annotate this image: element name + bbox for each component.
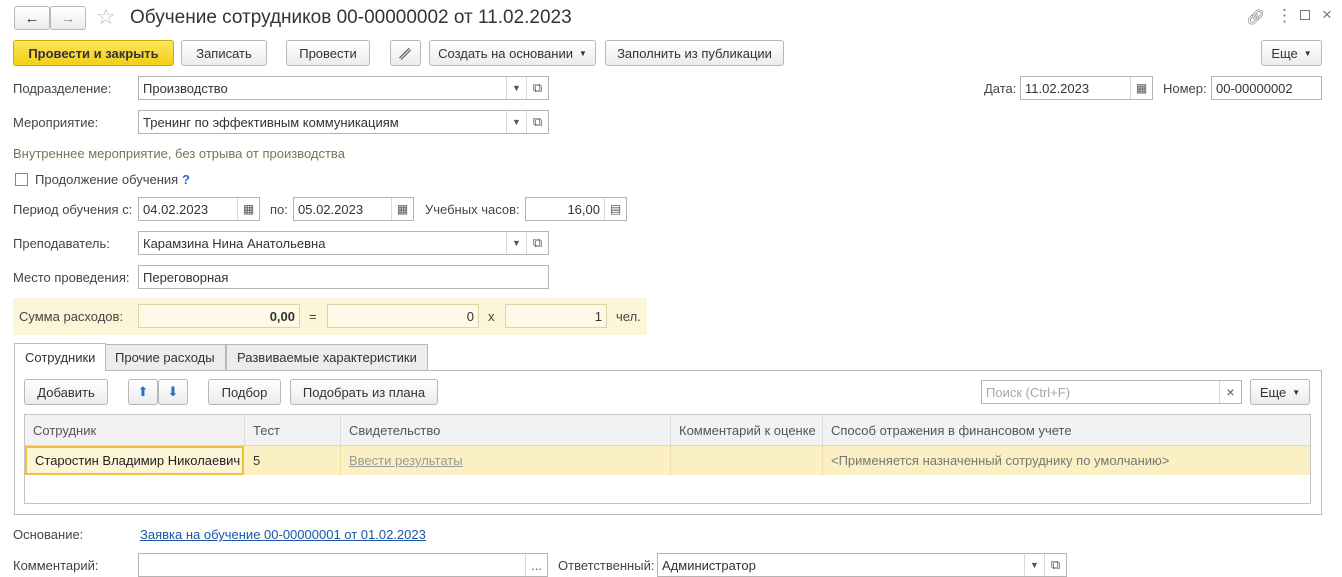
teacher-label: Преподаватель: [13,236,110,251]
clear-search-icon[interactable]: × [1219,381,1241,403]
people-count-field: 1 [505,304,607,328]
create-based-on-button[interactable]: Создать на основании ▼ [429,40,596,66]
period-to-field[interactable]: 05.02.2023 ▦ [293,197,414,221]
division-label: Подразделение: [13,81,112,96]
column-header-comment[interactable]: Комментарий к оценке [671,415,823,445]
open-icon[interactable]: ⧉ [526,232,548,254]
forward-button[interactable]: → [50,6,86,30]
post-and-close-button[interactable]: Провести и закрыть [13,40,174,66]
comment-label: Комментарий: [13,558,99,573]
equals-sign: = [309,309,317,324]
cost-total-field: 0,00 [138,304,300,328]
open-icon[interactable]: ⧉ [526,77,548,99]
cost-label: Сумма расходов: [19,309,124,324]
select-from-plan-button[interactable]: Подобрать из плана [290,379,438,405]
dropdown-arrow-icon: ▼ [1303,48,1312,58]
dropdown-arrow-icon[interactable]: ▼ [506,77,526,99]
open-icon[interactable]: ⧉ [1044,554,1066,576]
division-field[interactable]: Производство ▼ ⧉ [138,76,549,100]
people-unit: чел. [616,309,641,324]
comment-field[interactable]: ... [138,553,548,577]
cell-employee[interactable]: Старостин Владимир Николаевич [25,446,244,475]
tab-employees[interactable]: Сотрудники [14,343,107,371]
date-field[interactable]: 11.02.2023 ▦ [1020,76,1153,100]
period-label: Период обучения с: [13,202,133,217]
cell-comment[interactable] [671,446,823,475]
table-row[interactable]: Старостин Владимир Николаевич 5 Ввести р… [25,446,1310,475]
period-from-field[interactable]: 04.02.2023 ▦ [138,197,260,221]
table-more-button[interactable]: Еще ▼ [1250,379,1310,405]
maximize-icon[interactable] [1300,10,1310,20]
close-icon[interactable]: × [1322,5,1332,25]
hours-label: Учебных часов: [425,202,520,217]
employees-table: Сотрудник Тест Свидетельство Комментарий… [24,414,1311,504]
move-up-button[interactable]: ⬆︎ [128,379,158,405]
star-icon[interactable]: ☆ [96,4,116,30]
paperclip-icon: ∥ [397,44,414,61]
tab-other-expenses[interactable]: Прочие расходы [104,344,226,370]
teacher-field[interactable]: Карамзина Нина Анатольевна ▼ ⧉ [138,231,549,255]
number-field[interactable]: 00-00000002 [1211,76,1322,100]
column-header-test[interactable]: Тест [245,415,341,445]
save-button[interactable]: Записать [181,40,267,66]
place-label: Место проведения: [13,270,130,285]
event-note: Внутреннее мероприятие, без отрыва от пр… [13,146,345,161]
date-label: Дата: [984,81,1017,96]
cell-test[interactable]: 5 [245,446,341,475]
select-button[interactable]: Подбор [208,379,281,405]
period-to-label: по: [270,202,288,217]
table-header: Сотрудник Тест Свидетельство Комментарий… [25,415,1310,446]
place-field[interactable]: Переговорная [138,265,549,289]
continuation-checkbox[interactable] [15,173,28,186]
post-button[interactable]: Провести [286,40,370,66]
cell-finance[interactable]: <Применяется назначенный сотруднику по у… [823,446,1310,475]
move-down-button[interactable]: ⬇︎ [158,379,188,405]
open-icon[interactable]: ⧉ [526,111,548,133]
search-input[interactable]: Поиск (Ctrl+F) × [981,380,1242,404]
event-field[interactable]: Тренинг по эффективным коммуникациям ▼ ⧉ [138,110,549,134]
back-button[interactable]: ← [14,6,50,30]
dropdown-arrow-icon[interactable]: ▼ [1024,554,1044,576]
more-dots-icon[interactable]: ⋮ [1276,6,1293,26]
attach-button[interactable]: ∥ [390,40,421,66]
more-button[interactable]: Еще ▼ [1261,40,1322,66]
link-icon[interactable]: 🔗︎ [1246,8,1265,26]
event-label: Мероприятие: [13,115,99,130]
tab-developed-characteristics[interactable]: Развиваемые характеристики [226,344,428,370]
column-header-finance[interactable]: Способ отражения в финансовом учете [823,415,1310,445]
responsible-field[interactable]: Администратор ▼ ⧉ [657,553,1067,577]
comment-select-button[interactable]: ... [525,554,547,576]
arrow-up-icon: ⬆︎ [137,384,149,399]
cost-per-person-field: 0 [327,304,479,328]
dropdown-arrow-icon: ▼ [1292,387,1301,397]
cell-certificate-link[interactable]: Ввести результаты [341,446,671,475]
help-icon[interactable]: ? [182,172,190,187]
dropdown-arrow-icon[interactable]: ▼ [506,111,526,133]
back-arrow-icon: ← [24,9,40,27]
calendar-icon[interactable]: ▦ [1130,77,1152,99]
calendar-icon[interactable]: ▦ [391,198,413,220]
arrow-down-icon: ⬇︎ [167,384,179,399]
continuation-label[interactable]: Продолжение обучения [35,172,178,187]
dropdown-arrow-icon[interactable]: ▼ [506,232,526,254]
calendar-icon[interactable]: ▦ [237,198,259,220]
basis-link[interactable]: Заявка на обучение 00-00000001 от 01.02.… [140,527,426,542]
calculator-icon[interactable]: ▤ [604,198,626,220]
dropdown-arrow-icon: ▼ [578,48,587,58]
responsible-label: Ответственный: [558,558,655,573]
basis-label: Основание: [13,527,84,542]
times-sign: х [488,309,495,324]
fill-from-publication-button[interactable]: Заполнить из публикации [605,40,784,66]
hours-field[interactable]: 16,00 ▤ [525,197,627,221]
column-header-employee[interactable]: Сотрудник [25,415,245,445]
forward-arrow-icon: → [60,9,76,27]
window-title: Обучение сотрудников 00-00000002 от 11.0… [130,7,572,28]
add-button[interactable]: Добавить [24,379,108,405]
column-header-certificate[interactable]: Свидетельство [341,415,671,445]
number-label: Номер: [1163,81,1207,96]
